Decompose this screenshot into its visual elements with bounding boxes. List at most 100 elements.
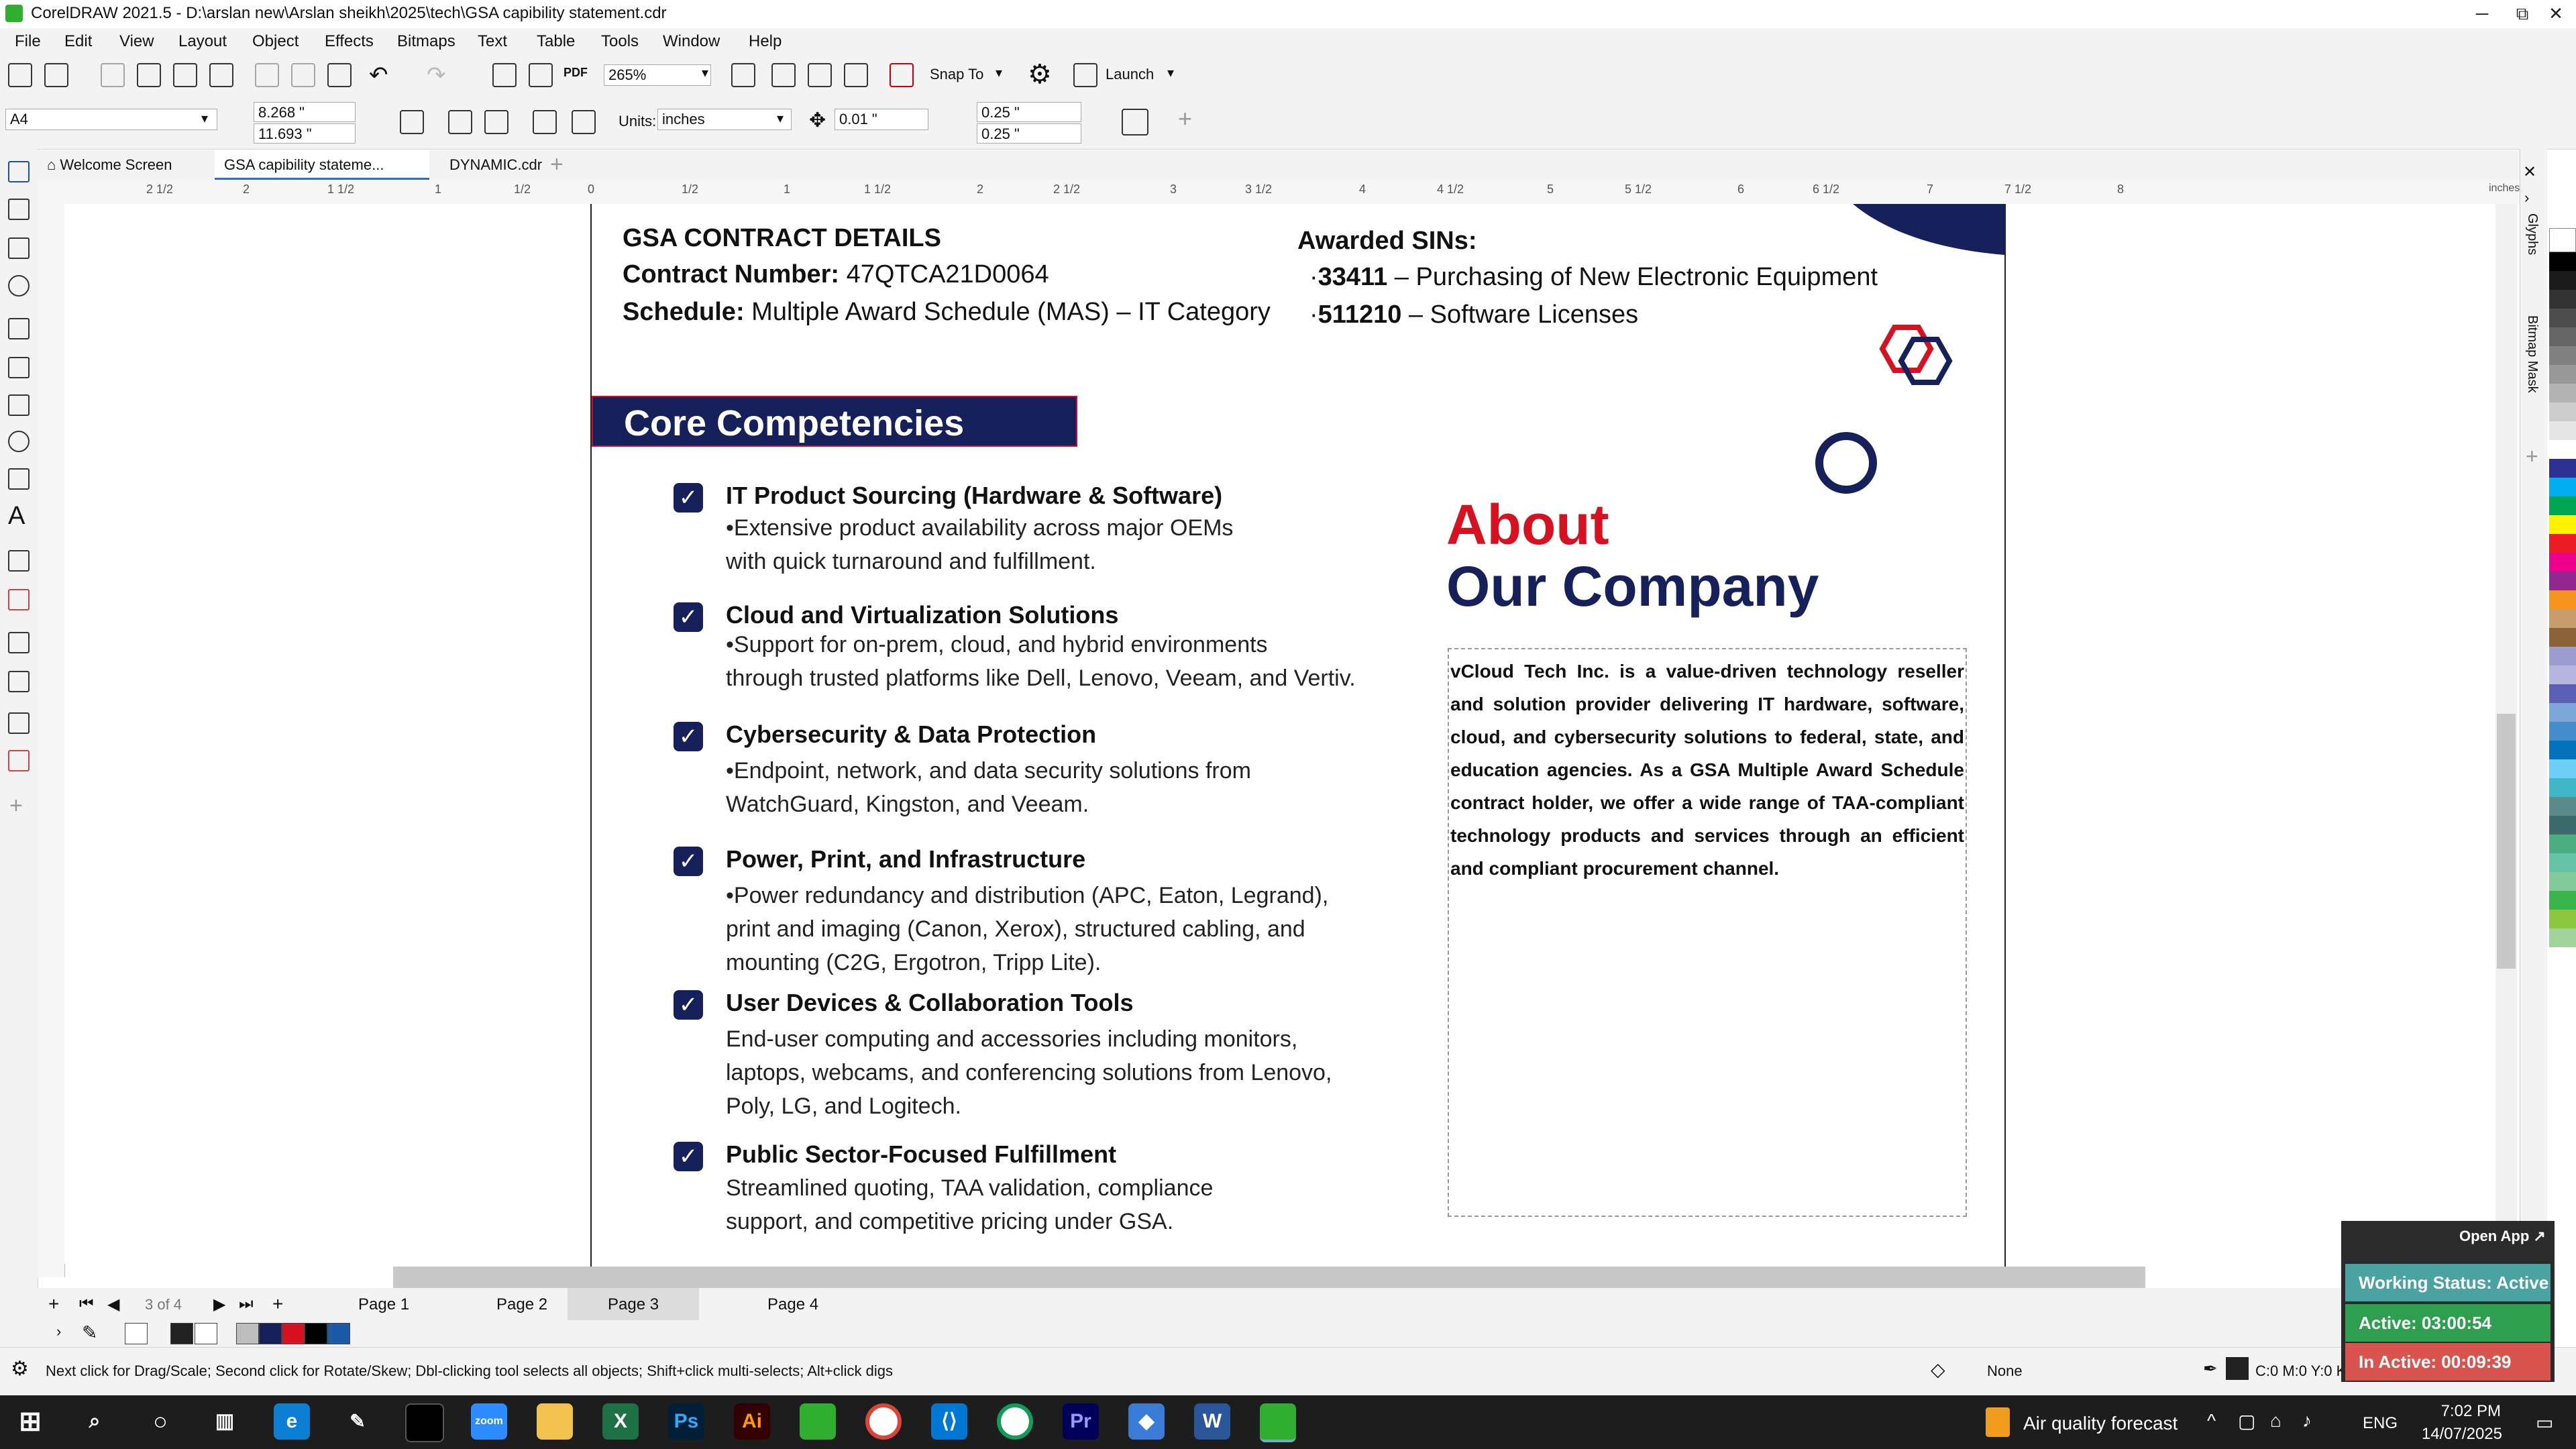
fill-icon[interactable]: ◇ xyxy=(1931,1358,1945,1381)
swatch-none[interactable] xyxy=(125,1323,148,1344)
palette-swatch[interactable] xyxy=(2549,778,2576,797)
import-icon[interactable] xyxy=(492,63,517,87)
palette-swatch[interactable] xyxy=(2549,872,2576,891)
outline-pen-icon[interactable]: ✒ xyxy=(2203,1358,2218,1379)
ellipse-tool-icon[interactable] xyxy=(8,431,30,452)
crop-tool-icon[interactable] xyxy=(8,237,30,259)
portrait-icon[interactable] xyxy=(448,110,472,134)
docker-chevron-icon[interactable]: › xyxy=(2524,189,2529,207)
menu-file[interactable]: File xyxy=(15,32,41,51)
terminal-icon[interactable] xyxy=(405,1403,444,1442)
rectangle-tool-icon[interactable] xyxy=(8,394,30,416)
vertical-scroll-thumb[interactable] xyxy=(2497,714,2516,969)
palette-swatch[interactable] xyxy=(2549,252,2576,271)
all-pages-icon[interactable] xyxy=(400,110,424,134)
chevron-down-icon[interactable]: ▾ xyxy=(1167,64,1174,81)
word-icon[interactable]: W xyxy=(1194,1403,1230,1440)
paste-icon[interactable] xyxy=(327,63,352,87)
page-height-field[interactable]: 11.693 " xyxy=(254,123,356,144)
palette-swatch[interactable] xyxy=(2549,309,2576,327)
volume-icon[interactable]: ♪ xyxy=(2302,1410,2312,1432)
start-button-icon[interactable]: ⊞ xyxy=(12,1403,48,1440)
edge-icon[interactable]: e xyxy=(274,1403,310,1440)
premiere-icon[interactable]: Pr xyxy=(1063,1403,1099,1440)
full-screen-icon[interactable] xyxy=(731,63,755,87)
vertical-scrollbar[interactable] xyxy=(2496,204,2517,1267)
bleed-icon[interactable] xyxy=(572,110,596,134)
add-tool-icon[interactable]: + xyxy=(9,793,23,819)
eyedropper-icon[interactable]: ✎ xyxy=(82,1322,97,1344)
menu-effects[interactable]: Effects xyxy=(325,32,374,51)
clock-date[interactable]: 14/07/2025 xyxy=(2411,1425,2502,1444)
vertical-ruler[interactable] xyxy=(38,204,65,1277)
alignment-guides-icon[interactable] xyxy=(890,63,914,87)
tray-chevron-icon[interactable]: ^ xyxy=(2207,1410,2216,1432)
open-icon[interactable] xyxy=(44,63,68,87)
menu-bitmaps[interactable]: Bitmaps xyxy=(397,32,455,51)
palette-swatch[interactable] xyxy=(2549,515,2576,534)
next-page-icon[interactable]: ▶ xyxy=(213,1295,225,1314)
palette-swatch[interactable] xyxy=(2549,816,2576,835)
palette-swatch[interactable] xyxy=(2549,365,2576,384)
tab-dynamic[interactable]: DYNAMIC.cdr xyxy=(440,150,551,180)
menu-table[interactable]: Table xyxy=(537,32,575,51)
pen-app-icon[interactable]: ✎ xyxy=(339,1403,376,1440)
tab-welcome-screen[interactable]: ⌂ Welcome Screen xyxy=(38,150,182,180)
gear-icon[interactable]: ⚙ xyxy=(1028,59,1052,90)
previous-page-icon[interactable]: ◀ xyxy=(107,1295,119,1314)
swatch-gray[interactable] xyxy=(236,1323,259,1344)
swatch-red[interactable] xyxy=(282,1323,305,1344)
file-explorer-icon[interactable] xyxy=(537,1403,573,1440)
save-icon[interactable] xyxy=(101,63,125,87)
document-page[interactable]: GSA CONTRACT DETAILS Contract Number: 47… xyxy=(590,204,2006,1267)
plus-icon[interactable]: + xyxy=(1178,105,1192,133)
palette-swatch[interactable] xyxy=(2549,384,2576,402)
docker-tab-glyphs[interactable]: Glyphs xyxy=(2524,213,2540,255)
clock-time[interactable]: 7:02 PM xyxy=(2423,1402,2501,1421)
palette-swatch[interactable] xyxy=(2549,910,2576,928)
zoom-tool-icon[interactable] xyxy=(8,275,30,297)
network-icon[interactable]: ⌂ xyxy=(2270,1410,2282,1432)
show-guidelines-icon[interactable] xyxy=(844,63,868,87)
page-tab-1[interactable]: Page 1 xyxy=(337,1288,431,1322)
cut-icon[interactable] xyxy=(255,63,279,87)
add-page-after-icon[interactable]: + xyxy=(272,1293,283,1315)
show-grid-icon[interactable] xyxy=(808,63,832,87)
menu-window[interactable]: Window xyxy=(663,32,720,51)
treat-as-filled-icon[interactable] xyxy=(1122,109,1148,136)
palette-swatch[interactable] xyxy=(2549,290,2576,309)
show-rulers-icon[interactable] xyxy=(771,63,796,87)
launch-icon[interactable] xyxy=(1073,63,1097,87)
tray-icon[interactable]: ▢ xyxy=(2238,1410,2255,1432)
open-app-button[interactable]: Open App ↗ xyxy=(2459,1228,2546,1245)
freehand-tool-icon[interactable] xyxy=(8,318,30,339)
export-pdf-icon[interactable]: PDF xyxy=(564,66,588,80)
add-docker-icon[interactable]: + xyxy=(2526,444,2538,469)
excel-icon[interactable]: X xyxy=(602,1403,639,1440)
vscode-icon[interactable]: ⟨⟩ xyxy=(931,1403,967,1440)
menu-object[interactable]: Object xyxy=(252,32,299,51)
export-icon[interactable] xyxy=(529,63,553,87)
close-button[interactable]: ✕ xyxy=(2529,0,2576,28)
shape-tool-icon[interactable] xyxy=(8,199,30,220)
redo-icon[interactable]: ↷ xyxy=(427,62,446,89)
palette-swatch[interactable] xyxy=(2549,741,2576,759)
nudge-distance-field[interactable]: 0.01 " xyxy=(835,109,928,130)
palette-swatch-none[interactable] xyxy=(2549,228,2576,252)
menu-tools[interactable]: Tools xyxy=(601,32,639,51)
palette-swatch[interactable] xyxy=(2549,928,2576,947)
artistic-media-tool-icon[interactable] xyxy=(8,357,30,378)
app-icon[interactable]: ◆ xyxy=(1128,1403,1165,1440)
units-select[interactable]: inches xyxy=(657,109,792,130)
palette-swatch[interactable] xyxy=(2549,572,2576,590)
close-docker-icon[interactable]: ✕ xyxy=(2523,162,2536,182)
palette-swatch[interactable] xyxy=(2549,684,2576,703)
palette-swatch[interactable] xyxy=(2549,346,2576,365)
eyedropper-tool-icon[interactable] xyxy=(8,712,30,734)
chevron-down-icon[interactable]: ▾ xyxy=(201,110,208,127)
palette-swatch[interactable] xyxy=(2549,553,2576,572)
swatch-navy[interactable] xyxy=(259,1323,282,1344)
palette-chevron-icon[interactable]: › xyxy=(56,1323,61,1340)
zoom-dropdown-icon[interactable]: ▾ xyxy=(702,64,708,81)
color-palette[interactable] xyxy=(2549,228,2576,1342)
